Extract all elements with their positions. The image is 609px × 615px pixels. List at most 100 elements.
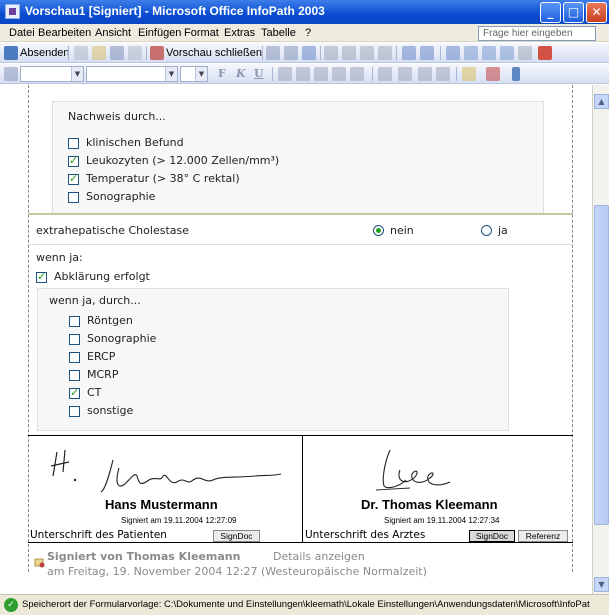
- menu-format[interactable]: Format: [184, 27, 219, 39]
- checkbox-sonstige[interactable]: [69, 406, 80, 417]
- toolbar-separator: [146, 46, 147, 60]
- patient-handwritten-signature: [50, 449, 282, 493]
- checkbox-label: Sonographie: [86, 190, 156, 203]
- menu-ansicht[interactable]: Ansicht: [95, 27, 131, 39]
- merge-cells-icon[interactable]: [500, 46, 514, 60]
- checkbox-label: sonstige: [87, 404, 134, 417]
- checkbox-ct[interactable]: [69, 386, 80, 399]
- align-right-icon[interactable]: [314, 67, 328, 81]
- send-button[interactable]: Absenden: [20, 47, 70, 59]
- checkbox-mcrp[interactable]: [69, 370, 80, 381]
- menu-bar: Datei Bearbeiten Ansicht Einfügen Format…: [0, 24, 609, 42]
- paste-icon[interactable]: [360, 46, 374, 60]
- menu-extras[interactable]: Extras: [224, 27, 255, 39]
- print-preview-icon[interactable]: [266, 46, 280, 60]
- scroll-up-icon[interactable]: ▲: [594, 94, 609, 109]
- methods-group: wenn ja, durch... Röntgen Sonographie ER…: [37, 288, 509, 431]
- radio-ja[interactable]: [481, 225, 492, 236]
- align-center-icon[interactable]: [296, 67, 310, 81]
- signature-divider: [302, 435, 303, 543]
- checkbox-sonographie[interactable]: [68, 192, 79, 203]
- menu-help[interactable]: ?: [305, 27, 311, 39]
- restore-button[interactable]: □: [563, 2, 584, 23]
- checkbox-klinischen-befund[interactable]: [68, 138, 79, 149]
- minimize-button[interactable]: _: [540, 2, 561, 23]
- cholestase-row: extrahepatische Cholestase nein ja: [28, 215, 573, 245]
- toolbar-separator: [68, 46, 69, 60]
- patient-signdoc-button[interactable]: SignDoc: [213, 530, 260, 542]
- checkbox-label: ERCP: [87, 350, 116, 363]
- numbered-list-icon[interactable]: [378, 67, 392, 81]
- checkbox-ercp[interactable]: [69, 352, 80, 363]
- style-icon: [4, 67, 18, 81]
- save-icon[interactable]: [110, 46, 124, 60]
- design-tasks-icon[interactable]: [518, 46, 532, 60]
- checkmark-icon: ✓: [4, 598, 18, 612]
- highlight-icon[interactable]: [462, 67, 476, 81]
- reference-button[interactable]: Referenz: [518, 530, 568, 542]
- details-link[interactable]: Details anzeigen: [273, 550, 365, 563]
- print-icon[interactable]: [128, 46, 142, 60]
- format-painter-icon[interactable]: [378, 46, 392, 60]
- checkbox-sonographie-2[interactable]: [69, 334, 80, 345]
- table-icon[interactable]: [464, 46, 478, 60]
- send-icon: [4, 46, 18, 60]
- window-title: Vorschau1 [Signiert] - Microsoft Office …: [25, 4, 325, 18]
- patient-signature-label: Unterschrift des Patienten: [30, 529, 167, 541]
- cut-icon[interactable]: [324, 46, 338, 60]
- search-icon[interactable]: [284, 46, 298, 60]
- toolbar-options-icon[interactable]: [512, 67, 520, 81]
- cholestase-label: extrahepatische Cholestase: [36, 224, 189, 237]
- undo-icon[interactable]: [402, 46, 416, 60]
- status-text: Speicherort der Formularvorlage: C:\Doku…: [22, 599, 590, 610]
- underline-button[interactable]: U: [254, 67, 264, 80]
- open-icon[interactable]: [92, 46, 106, 60]
- vertical-scrollbar[interactable]: ▲ ▼: [592, 85, 609, 594]
- checkbox-label: Sonographie: [87, 332, 157, 345]
- insert-table-icon[interactable]: [482, 46, 496, 60]
- checkbox-abklaerung[interactable]: [36, 270, 47, 283]
- title-bar: Vorschau1 [Signiert] - Microsoft Office …: [0, 0, 609, 24]
- justify-icon[interactable]: [332, 67, 346, 81]
- radio-nein[interactable]: [373, 225, 384, 236]
- style-select[interactable]: ▼: [20, 66, 84, 82]
- line-spacing-icon[interactable]: [350, 67, 364, 81]
- bold-button[interactable]: F: [218, 67, 226, 80]
- increase-indent-icon[interactable]: [436, 67, 450, 81]
- spelling-icon[interactable]: [302, 46, 316, 60]
- italic-button[interactable]: K: [236, 67, 246, 80]
- help-icon[interactable]: [538, 46, 552, 60]
- font-color-icon[interactable]: [486, 67, 500, 81]
- bullet-list-icon[interactable]: [398, 67, 412, 81]
- decrease-indent-icon[interactable]: [418, 67, 432, 81]
- scroll-down-icon[interactable]: ▼: [594, 577, 609, 592]
- radio-label: nein: [390, 224, 414, 237]
- hyperlink-icon[interactable]: [446, 46, 460, 60]
- checkbox-temperatur[interactable]: [68, 172, 79, 185]
- redo-icon[interactable]: [420, 46, 434, 60]
- doctor-signdoc-button[interactable]: SignDoc: [469, 530, 515, 542]
- toolbar-separator: [262, 46, 263, 60]
- formatting-toolbar: ▼ ▼ ▼ F K U: [0, 64, 609, 84]
- close-button[interactable]: ✕: [586, 2, 607, 23]
- font-size-select[interactable]: ▼: [180, 66, 208, 82]
- checkbox-leukozyten[interactable]: [68, 154, 79, 167]
- align-left-icon[interactable]: [278, 67, 292, 81]
- help-search-input[interactable]: Frage hier eingeben: [478, 26, 596, 41]
- nachweis-heading: Nachweis durch...: [68, 110, 166, 123]
- patient-name: Hans Mustermann: [105, 497, 218, 512]
- menu-tabelle[interactable]: Tabelle: [261, 27, 296, 39]
- menu-einfuegen[interactable]: Einfügen: [138, 27, 181, 39]
- checkbox-roentgen[interactable]: [69, 316, 80, 327]
- checkbox-label: klinischen Befund: [86, 136, 184, 149]
- status-bar: ✓ Speicherort der Formularvorlage: C:\Do…: [0, 594, 609, 615]
- copy-icon[interactable]: [342, 46, 356, 60]
- radio-label: ja: [498, 224, 508, 237]
- chevron-down-icon: ▼: [71, 67, 83, 81]
- menu-datei[interactable]: Datei: [9, 27, 35, 39]
- close-preview-button[interactable]: Vorschau schließen: [166, 47, 262, 59]
- menu-bearbeiten[interactable]: Bearbeiten: [38, 27, 91, 39]
- font-select[interactable]: ▼: [86, 66, 178, 82]
- new-icon[interactable]: [74, 46, 88, 60]
- scroll-thumb[interactable]: [594, 205, 609, 525]
